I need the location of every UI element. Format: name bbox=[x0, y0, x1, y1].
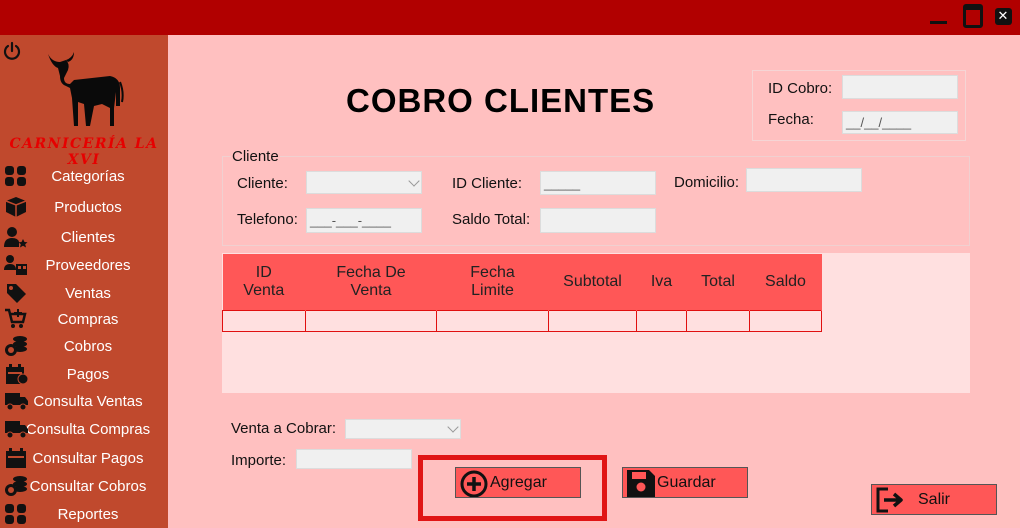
tag-icon bbox=[7, 284, 26, 303]
close-button[interactable]: ✕ bbox=[993, 6, 1013, 26]
saldo-total-label: Saldo Total: bbox=[452, 211, 531, 228]
telefono-label: Telefono: bbox=[237, 211, 298, 228]
column-header[interactable]: Fecha De Venta bbox=[305, 254, 437, 310]
maximize-button[interactable] bbox=[963, 6, 983, 26]
table-cell[interactable] bbox=[548, 309, 637, 332]
importe-label: Importe: bbox=[231, 452, 287, 469]
sidebar-item-consulta-ventas[interactable]: Consulta Ventas bbox=[0, 388, 168, 414]
column-header[interactable]: Fecha Limite bbox=[436, 254, 549, 310]
column-header-label: Iva bbox=[650, 272, 673, 290]
sidebar-item-categorias[interactable]: Categorías bbox=[0, 163, 168, 189]
sidebar-item-reportes[interactable]: Reportes bbox=[0, 501, 168, 527]
column-header-label: Subtotal bbox=[563, 272, 622, 290]
calendar-dollar-icon bbox=[6, 364, 28, 385]
salir-button-label: Salir bbox=[918, 490, 951, 508]
domicilio-label: Domicilio: bbox=[674, 174, 740, 191]
importe-field[interactable] bbox=[296, 449, 412, 469]
sidebar-item-ventas[interactable]: Ventas bbox=[0, 280, 168, 306]
id-cobro-field[interactable] bbox=[842, 75, 958, 99]
column-header-label: ID Venta bbox=[243, 263, 285, 299]
table-cell[interactable] bbox=[222, 309, 306, 332]
venta-a-cobrar-label: Venta a Cobrar: bbox=[231, 420, 337, 437]
id-cliente-field[interactable]: _____ bbox=[540, 171, 656, 195]
fecha-field[interactable]: __/__/____ bbox=[842, 111, 958, 134]
sidebar-item-proveedores[interactable]: Proveedores bbox=[0, 252, 168, 278]
close-icon: ✕ bbox=[994, 7, 1012, 25]
cliente-group-legend: Cliente bbox=[231, 148, 280, 165]
column-header-label: Fecha Limite bbox=[470, 263, 515, 299]
sidebar-item-productos[interactable]: Productos bbox=[0, 194, 168, 220]
column-header-label: Fecha De Venta bbox=[336, 263, 406, 299]
grid-icon bbox=[5, 504, 26, 524]
floppy-disk-icon bbox=[627, 470, 655, 497]
salir-button[interactable]: Salir bbox=[871, 484, 997, 515]
cliente-select[interactable] bbox=[306, 171, 422, 194]
sidebar-item-consultar-cobros[interactable]: Consultar Cobros bbox=[0, 473, 168, 499]
column-header[interactable]: Subtotal bbox=[548, 254, 637, 310]
column-header[interactable]: ID Venta bbox=[222, 254, 306, 310]
cliente-label: Cliente: bbox=[237, 175, 288, 192]
table-cell[interactable] bbox=[305, 309, 437, 332]
boxes-icon bbox=[5, 197, 27, 217]
column-header-label: Total bbox=[701, 272, 735, 290]
column-header[interactable]: Iva bbox=[636, 254, 687, 310]
agregar-button-label: Agregar bbox=[490, 473, 547, 491]
id-cliente-label: ID Cliente: bbox=[452, 175, 523, 192]
chevron-down-icon bbox=[447, 421, 459, 433]
column-header[interactable]: Saldo bbox=[749, 254, 822, 310]
coins-icon bbox=[5, 336, 27, 356]
coins-icon bbox=[5, 476, 27, 496]
sidebar-item-consultar-pagos[interactable]: Consultar Pagos bbox=[0, 445, 168, 471]
venta-a-cobrar-select[interactable] bbox=[345, 419, 461, 439]
table-row[interactable] bbox=[222, 309, 822, 332]
page-title: COBRO CLIENTES bbox=[346, 82, 656, 119]
users-icon bbox=[4, 255, 27, 275]
table-cell[interactable] bbox=[686, 309, 750, 332]
id-cobro-label: ID Cobro: bbox=[768, 80, 833, 97]
calendar-icon bbox=[6, 448, 26, 468]
user-star-icon bbox=[4, 227, 28, 248]
column-header-label: Saldo bbox=[765, 272, 806, 290]
saldo-total-field[interactable] bbox=[540, 208, 656, 233]
table-cell[interactable] bbox=[749, 309, 822, 332]
power-icon[interactable] bbox=[2, 41, 22, 61]
domicilio-field[interactable] bbox=[746, 168, 862, 192]
table-header-row: ID Venta Fecha De Venta Fecha Limite Sub… bbox=[222, 254, 822, 310]
guardar-button-label: Guardar bbox=[657, 473, 716, 491]
fecha-label: Fecha: bbox=[768, 111, 814, 128]
bull-logo bbox=[48, 52, 124, 126]
add-circle-icon bbox=[460, 470, 488, 497]
exit-icon bbox=[876, 487, 903, 513]
sidebar-item-compras[interactable]: Compras bbox=[0, 306, 168, 332]
sidebar-item-pagos[interactable]: Pagos bbox=[0, 361, 168, 387]
truck-icon bbox=[5, 393, 28, 411]
grid-icon bbox=[5, 166, 26, 186]
minimize-button[interactable] bbox=[928, 6, 948, 26]
agregar-button[interactable]: Agregar bbox=[455, 467, 581, 498]
ventas-table[interactable]: ID Venta Fecha De Venta Fecha Limite Sub… bbox=[222, 254, 822, 332]
column-header[interactable]: Total bbox=[686, 254, 750, 310]
title-bar bbox=[0, 0, 1020, 35]
sidebar-item-clientes[interactable]: Clientes bbox=[0, 224, 168, 250]
sidebar-item-cobros[interactable]: Cobros bbox=[0, 333, 168, 359]
sidebar: CARNICERÍA LA XVI Categorías Productos C… bbox=[0, 35, 168, 528]
table-cell[interactable] bbox=[436, 309, 549, 332]
chevron-down-icon bbox=[408, 175, 420, 187]
truck-icon bbox=[5, 421, 28, 439]
table-cell[interactable] bbox=[636, 309, 687, 332]
cart-plus-icon bbox=[5, 308, 27, 328]
guardar-button[interactable]: Guardar bbox=[622, 467, 748, 498]
sidebar-item-consulta-compras[interactable]: Consulta Compras bbox=[0, 416, 168, 442]
telefono-field[interactable]: ___-___-____ bbox=[306, 208, 422, 233]
